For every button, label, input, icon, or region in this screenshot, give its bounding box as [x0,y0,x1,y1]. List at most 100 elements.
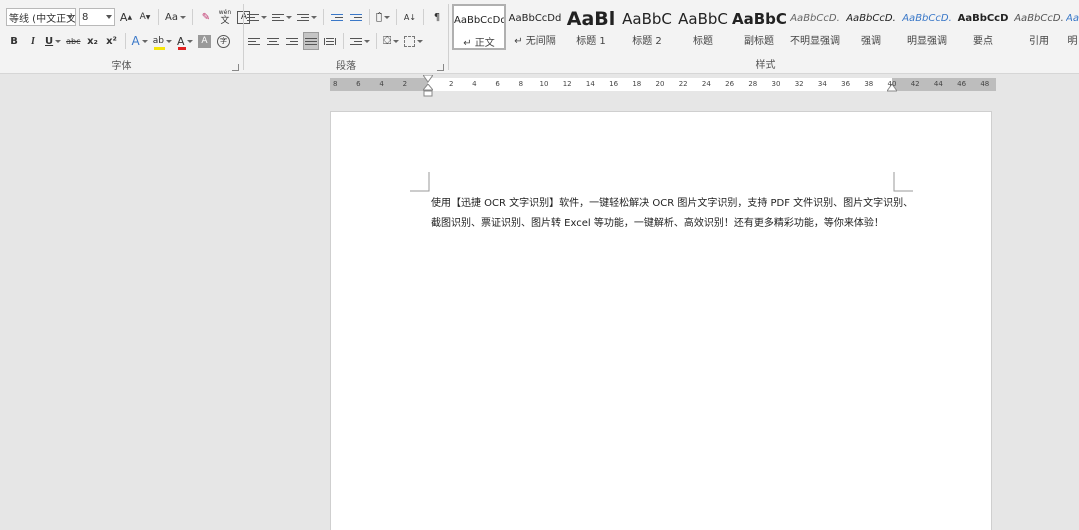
strikethrough-button[interactable]: abc [65,32,81,50]
ruler-number: 42 [910,80,920,88]
phonetic-guide-button[interactable]: wén 文 [217,8,233,26]
document-paragraph[interactable]: 使用【迅捷 OCR 文字识别】软件，一键轻松解决 OCR 图片文字识别，支持 P… [431,194,921,234]
style-sample: AaBbCcD. [902,13,952,24]
highlight-button[interactable]: ab [152,32,173,50]
clear-format-button[interactable]: ✎ [198,8,214,26]
align-center-button[interactable] [265,32,281,50]
font-row-2: B I U abc x₂ x² A ab A A 字 [6,31,232,51]
divider [158,9,159,25]
paint-bucket-icon: ⛋ [383,34,392,47]
chevron-down-icon [165,39,172,43]
ruler-number: 46 [957,80,967,88]
ruler-number: 38 [864,80,874,88]
style-no-spacing[interactable]: AaBbCcDd ↵ 无间隔 [508,4,562,50]
ruler-number: 4 [472,80,477,88]
char-shading-button[interactable]: A [197,32,213,50]
style-sample: AaBbC [678,10,728,28]
change-case-button[interactable]: Aa [164,8,187,26]
style-intense-quote[interactable]: Aa 明 [1066,4,1079,50]
ruler-number: 30 [771,80,781,88]
hanging-indent-marker[interactable] [423,84,433,98]
distributed-icon [324,37,336,45]
align-left-button[interactable] [246,32,262,50]
styles-gallery: AaBbCcDd ↵ 正文 AaBbCcDd ↵ 无间隔 AaBl 标题 1 A… [452,4,1079,54]
text-effects-icon: A [131,34,140,48]
chevron-down-icon [141,39,148,43]
dialog-launcher-icon[interactable] [232,64,239,71]
paragraph-row-1: 文̂ A↓ ¶ [246,7,445,27]
chevron-down-icon [186,39,193,43]
ruler-number: 10 [539,80,549,88]
style-heading-2[interactable]: AaBbC 标题 2 [620,4,674,50]
style-title[interactable]: AaBbC 标题 [676,4,730,50]
style-heading-1[interactable]: AaBl 标题 1 [564,4,618,50]
asian-layout-button[interactable]: 文̂ [375,8,391,26]
bullets-button[interactable] [246,8,268,26]
decrease-indent-button[interactable] [329,8,345,26]
style-emphasis[interactable]: AaBbCcD. 强调 [844,4,898,50]
text-effects-button[interactable]: A [131,32,149,50]
justify-button[interactable] [303,32,319,50]
numbering-button[interactable] [271,8,293,26]
style-sample: AaBbC [732,10,786,28]
style-sample: AaBbCcD. [846,13,896,24]
outdent-icon [331,13,343,21]
align-left-icon [248,37,260,45]
font-size-combo[interactable]: 8 [79,8,115,26]
multilevel-list-button[interactable] [296,8,318,26]
style-normal[interactable]: AaBbCcDd ↵ 正文 [452,4,506,50]
divider [369,9,370,25]
multilevel-list-icon [297,13,309,21]
strikethrough-label: abc [66,36,81,46]
style-subtle-emphasis[interactable]: AaBbCcD. 不明显强调 [788,4,842,50]
justify-icon [305,37,317,45]
chevron-down-icon [261,15,267,19]
shading-button[interactable]: ⛋ [382,32,400,50]
dialog-launcher-icon[interactable] [437,64,444,71]
ruler-number: 48 [980,80,990,88]
bold-button[interactable]: B [6,32,22,50]
divider [124,33,126,49]
style-name: 引用 [1029,36,1049,47]
font-color-button[interactable]: A [176,32,194,50]
first-line-indent-marker[interactable] [423,75,433,83]
subscript-button[interactable]: x₂ [85,32,101,50]
chevron-down-icon [417,39,424,43]
ruler-number: 6 [495,80,500,88]
underline-button[interactable]: U [44,32,62,50]
document-page[interactable]: 使用【迅捷 OCR 文字识别】软件，一键轻松解决 OCR 图片文字识别，支持 P… [330,111,992,530]
superscript-button[interactable]: x² [104,32,120,50]
ruler-number: 44 [933,80,943,88]
divider [376,33,377,49]
sort-button[interactable]: A↓ [402,8,418,26]
font-group-label: 字体 [111,61,132,72]
line-spacing-button[interactable] [349,32,371,50]
ruler-number: 2 [402,80,408,88]
ruler-number: 22 [678,80,688,88]
ruler-number: 12 [562,80,572,88]
grow-font-button[interactable]: A ▲ [118,8,134,26]
chevron-down-icon [67,15,73,19]
font-size-value: 8 [82,11,89,23]
borders-icon [404,35,416,47]
distributed-button[interactable] [322,32,338,50]
increase-indent-button[interactable] [348,8,364,26]
style-sample: AaBbCcD. [790,13,840,24]
style-name: 强调 [861,36,881,47]
style-quote[interactable]: AaBbCcD. 引用 [1012,4,1066,50]
horizontal-ruler[interactable]: 8 6 4 2 2 4 6 8 10 12 14 16 18 20 22 24 26 28 30 32 34 36 38 40… [330,75,996,97]
show-marks-button[interactable]: ¶ [429,8,445,26]
highlighter-icon: ab [152,36,164,46]
shrink-font-button[interactable]: A ▼ [137,8,153,26]
style-strong[interactable]: AaBbCcD 要点 [956,4,1010,50]
style-subtitle[interactable]: AaBbC 副标题 [732,4,786,50]
change-case-label: Aa [165,11,178,23]
font-name-combo[interactable]: 等线 (中文正文 [6,8,76,26]
enclose-char-button[interactable]: 字 [216,32,232,50]
style-intense-emphasis[interactable]: AaBbCcD. 明显强调 [900,4,954,50]
ruler-number: 16 [609,80,619,88]
margin-corner-mark [893,172,913,192]
borders-button[interactable] [403,32,424,50]
italic-button[interactable]: I [25,32,41,50]
align-right-button[interactable] [284,32,300,50]
